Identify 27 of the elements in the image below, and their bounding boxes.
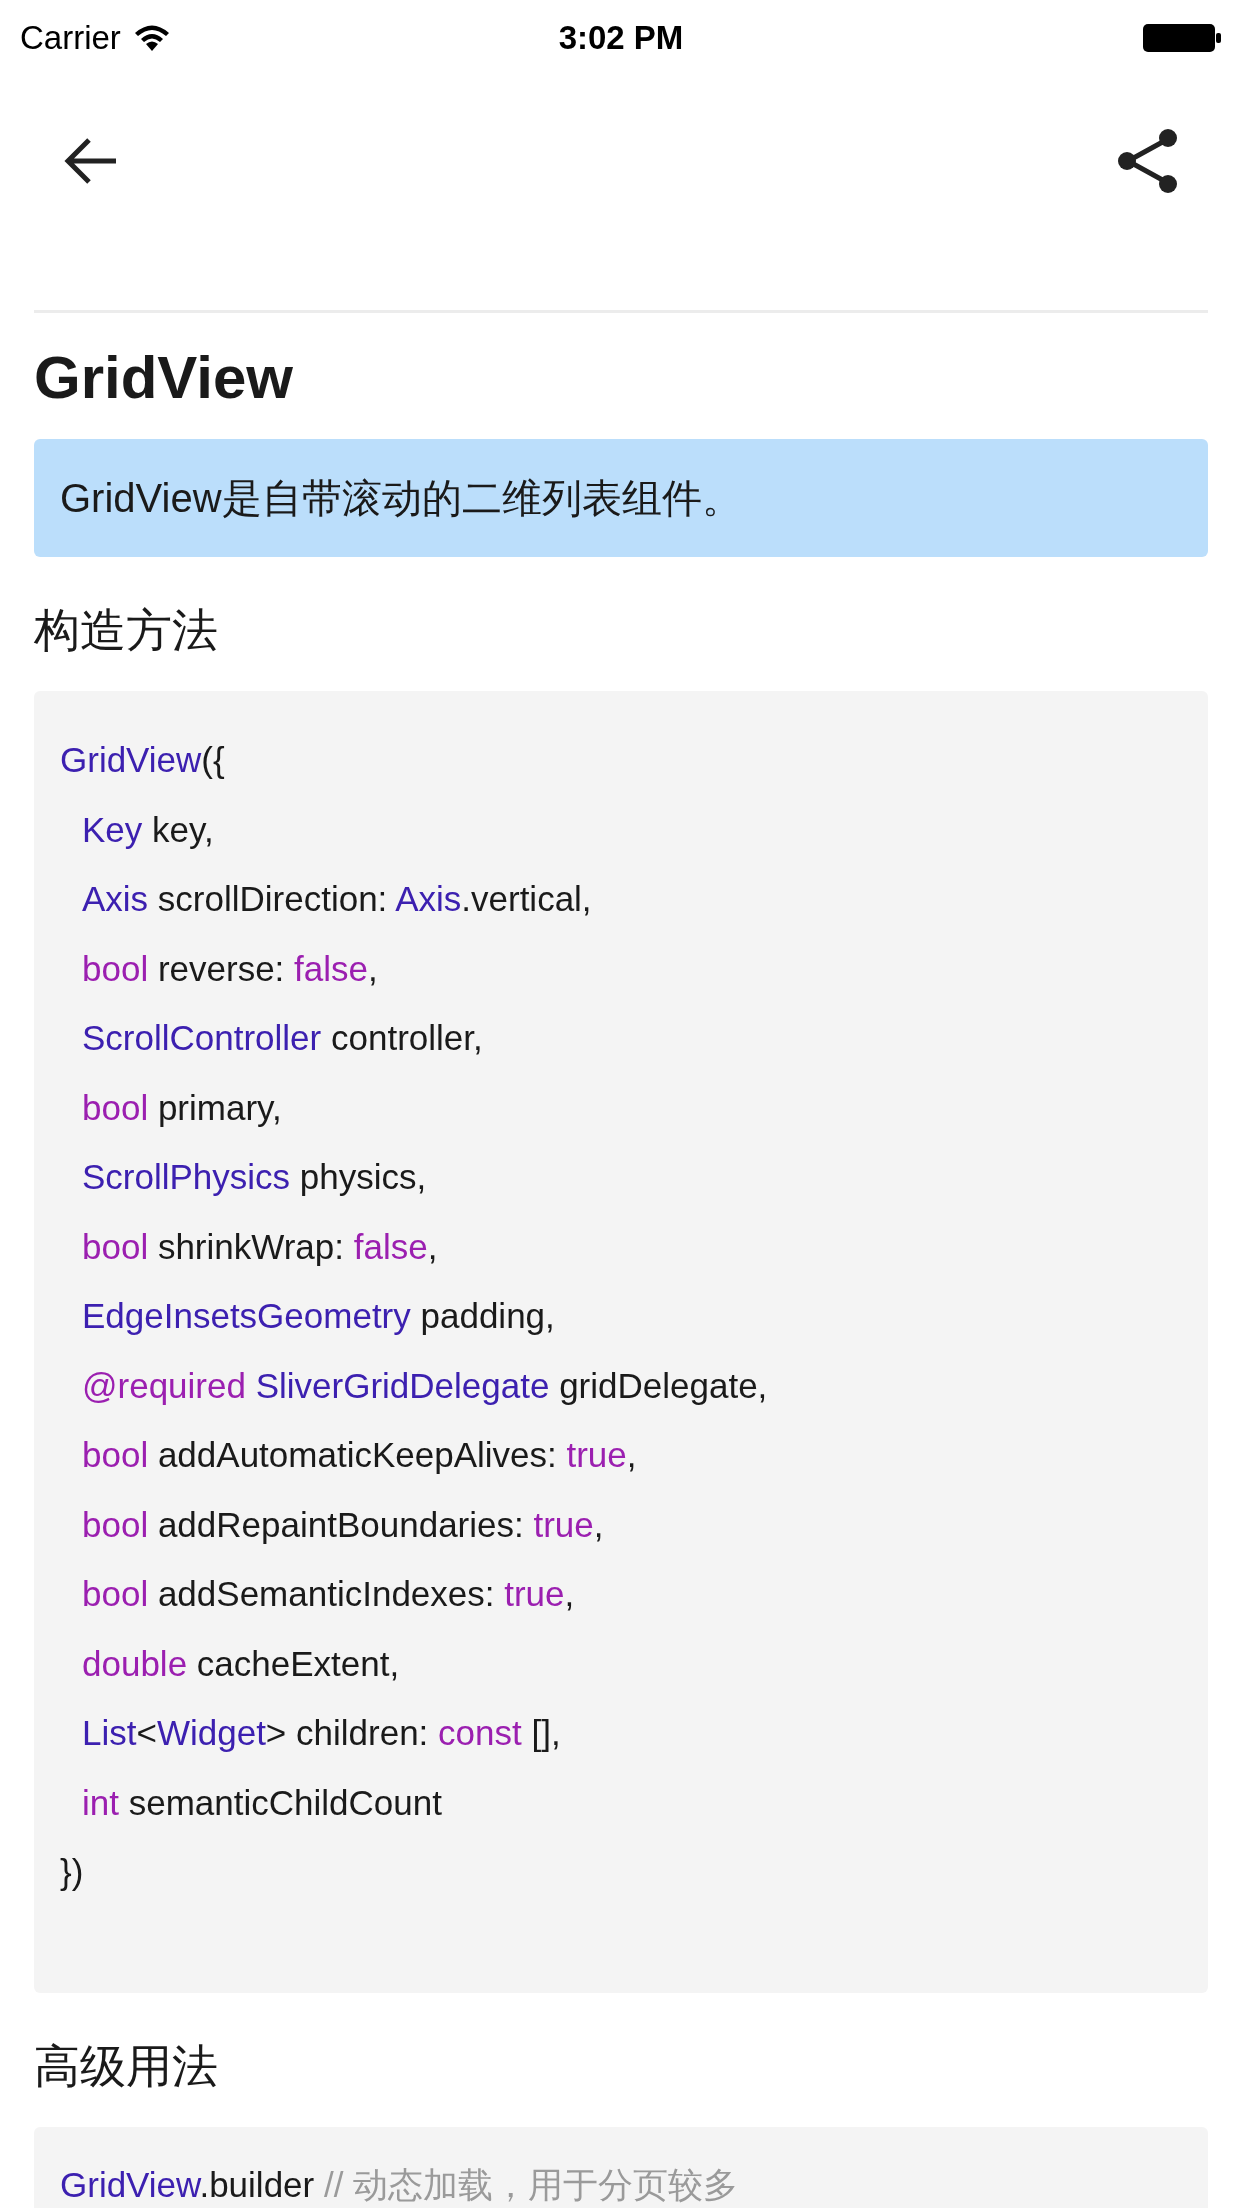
code-line: bool addAutomaticKeepAlives: true,: [82, 1434, 637, 1476]
code-line: EdgeInsetsGeometry padding,: [82, 1295, 555, 1337]
code-line: bool shrinkWrap: false,: [82, 1225, 438, 1268]
code-line: Axis scrollDirection: Axis.vertical,: [82, 878, 592, 920]
code-line: bool addRepaintBoundaries: true,: [82, 1503, 604, 1546]
code-line: bool addSemanticIndexes: true,: [82, 1573, 575, 1615]
code-line: }): [60, 1851, 84, 1893]
code-line: Key key,: [82, 808, 214, 851]
code-line: int semanticChildCount: [82, 1781, 442, 1824]
section-heading: 高级用法: [34, 2038, 219, 2094]
share-icon: [1116, 127, 1178, 195]
code-line: @required SliverGridDelegate gridDelegate,: [82, 1364, 768, 1407]
back-arrow-icon: [62, 136, 118, 186]
code-line: bool reverse: false,: [82, 947, 378, 990]
code-line: bool primary,: [82, 1086, 282, 1129]
battery-icon: [1142, 22, 1222, 54]
status-time: 3:02 PM: [558, 18, 684, 59]
code-line: double cacheExtent,: [82, 1642, 400, 1685]
section-heading: 构造方法: [34, 603, 219, 658]
code-line: GridView({: [60, 739, 225, 781]
code-line: ScrollPhysics physics,: [82, 1156, 427, 1198]
carrier-label: Carrier: [20, 18, 121, 59]
summary-banner: GridView是自带滚动的二维列表组件。: [34, 439, 1208, 557]
code-line: List<Widget> children: const [],: [82, 1712, 561, 1754]
code-line: GridView.builder // 动态加载，用于分页较多: [60, 2163, 739, 2206]
page-title: GridView: [34, 343, 294, 413]
code-line: ScrollController controller,: [82, 1017, 483, 1059]
